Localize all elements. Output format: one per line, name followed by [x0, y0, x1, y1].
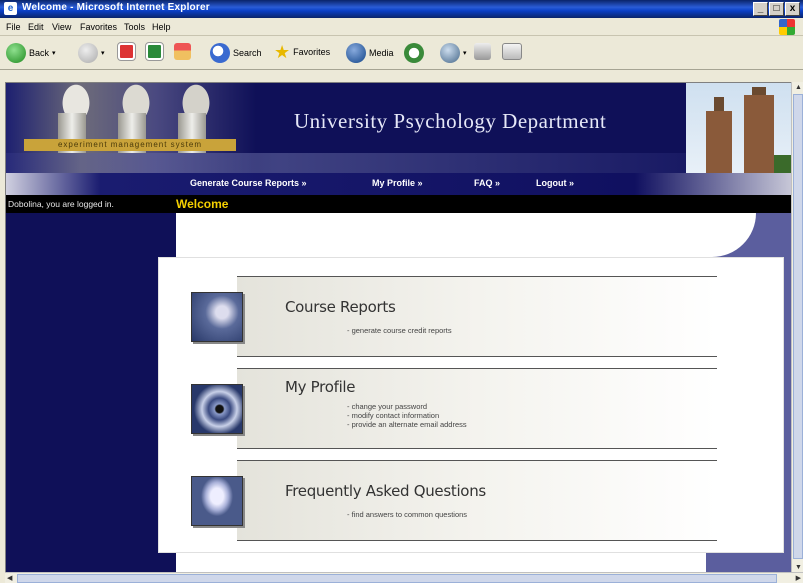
- menu-help[interactable]: Help: [152, 22, 171, 32]
- favorites-button[interactable]: ★ Favorites: [274, 43, 330, 61]
- building-photo: [686, 83, 791, 173]
- lightbulb-thumbnail: [191, 476, 243, 526]
- edit-icon: [502, 43, 522, 60]
- menu-edit[interactable]: Edit: [28, 22, 44, 32]
- refresh-button[interactable]: [145, 42, 164, 61]
- back-label: Back: [29, 48, 50, 58]
- menu-favorites[interactable]: Favorites: [80, 22, 117, 32]
- menu-file[interactable]: File: [6, 22, 21, 32]
- stop-button[interactable]: [117, 42, 136, 61]
- course-reports-title[interactable]: Course Reports: [285, 298, 396, 316]
- nav-generate-reports[interactable]: Generate Course Reports »: [190, 178, 307, 188]
- minimize-button[interactable]: _: [753, 2, 768, 16]
- nav-logout[interactable]: Logout »: [536, 178, 574, 188]
- course-reports-section[interactable]: Course Reports - generate course credit …: [189, 276, 717, 358]
- horizontal-scrollbar[interactable]: ◀ ▶: [5, 572, 803, 583]
- search-label: Search: [233, 48, 262, 58]
- toolbar: Back ▾ ▾ Search ★ Favorites Media ▾: [0, 37, 803, 70]
- menu-view[interactable]: View: [52, 22, 71, 32]
- search-button[interactable]: Search: [210, 43, 262, 63]
- site-header: experiment management system University …: [6, 83, 791, 173]
- scroll-right-icon[interactable]: ▶: [796, 574, 801, 582]
- nav-bar: Generate Course Reports » My Profile » F…: [6, 173, 791, 195]
- stop-icon: [117, 42, 136, 61]
- horizontal-scroll-thumb[interactable]: [17, 574, 777, 583]
- scroll-up-icon[interactable]: ▲: [795, 84, 802, 91]
- history-button[interactable]: [404, 43, 424, 63]
- favorites-label: Favorites: [293, 47, 331, 57]
- ems-label: experiment management system: [24, 139, 236, 151]
- home-button[interactable]: [174, 43, 191, 60]
- faq-section[interactable]: Frequently Asked Questions - find answer…: [189, 460, 717, 542]
- mail-icon: [440, 43, 460, 63]
- faq-desc: - find answers to common questions: [347, 510, 468, 519]
- forward-button[interactable]: ▾: [78, 43, 105, 63]
- content-panel: Course Reports - generate course credit …: [158, 257, 784, 553]
- maximize-button[interactable]: □: [769, 2, 784, 16]
- star-icon: ★: [274, 42, 291, 62]
- eye-thumbnail: [191, 384, 243, 434]
- scroll-down-icon[interactable]: ▼: [795, 564, 802, 571]
- page-viewport: experiment management system University …: [5, 82, 791, 572]
- media-icon: [346, 43, 366, 63]
- logged-in-text: Dobolina, you are logged in.: [8, 199, 114, 209]
- nav-faq[interactable]: FAQ »: [474, 178, 500, 188]
- vertical-scrollbar[interactable]: ▲ ▼: [791, 82, 803, 572]
- left-sidebar: [6, 213, 176, 572]
- faq-title[interactable]: Frequently Asked Questions: [285, 482, 486, 500]
- history-icon: [404, 43, 424, 63]
- menu-tools[interactable]: Tools: [124, 22, 145, 32]
- mail-button[interactable]: ▾: [440, 43, 467, 63]
- edit-button[interactable]: [502, 43, 522, 60]
- forward-arrow-icon: [78, 43, 98, 63]
- course-reports-thumbnail: [191, 292, 243, 342]
- scroll-left-icon[interactable]: ◀: [7, 574, 12, 582]
- media-button[interactable]: Media: [346, 43, 394, 63]
- my-profile-section[interactable]: My Profile - change your password - modi…: [189, 368, 717, 450]
- back-button[interactable]: Back ▾: [6, 43, 56, 63]
- vertical-scroll-thumb[interactable]: [793, 94, 803, 559]
- close-button[interactable]: x: [785, 2, 800, 16]
- my-profile-desc: - change your password - modify contact …: [347, 402, 467, 429]
- title-bar: e Welcome - Microsoft Internet Explorer …: [0, 0, 803, 18]
- print-icon: [474, 43, 491, 60]
- refresh-icon: [145, 42, 164, 61]
- menu-bar: File Edit View Favorites Tools Help: [0, 18, 803, 36]
- page-title: University Psychology Department: [294, 109, 607, 133]
- home-icon: [174, 43, 191, 60]
- print-button[interactable]: [474, 43, 491, 60]
- welcome-heading: Welcome: [176, 197, 229, 211]
- nav-my-profile[interactable]: My Profile »: [372, 178, 423, 188]
- back-arrow-icon: [6, 43, 26, 63]
- login-bar: Dobolina, you are logged in. Welcome: [6, 195, 791, 213]
- my-profile-title[interactable]: My Profile: [285, 378, 356, 396]
- windows-logo-icon: [779, 19, 795, 35]
- ie-icon: e: [4, 2, 17, 15]
- window-title: Welcome - Microsoft Internet Explorer: [22, 2, 210, 13]
- media-label: Media: [369, 48, 394, 58]
- search-icon: [210, 43, 230, 63]
- course-reports-desc: - generate course credit reports: [347, 326, 452, 335]
